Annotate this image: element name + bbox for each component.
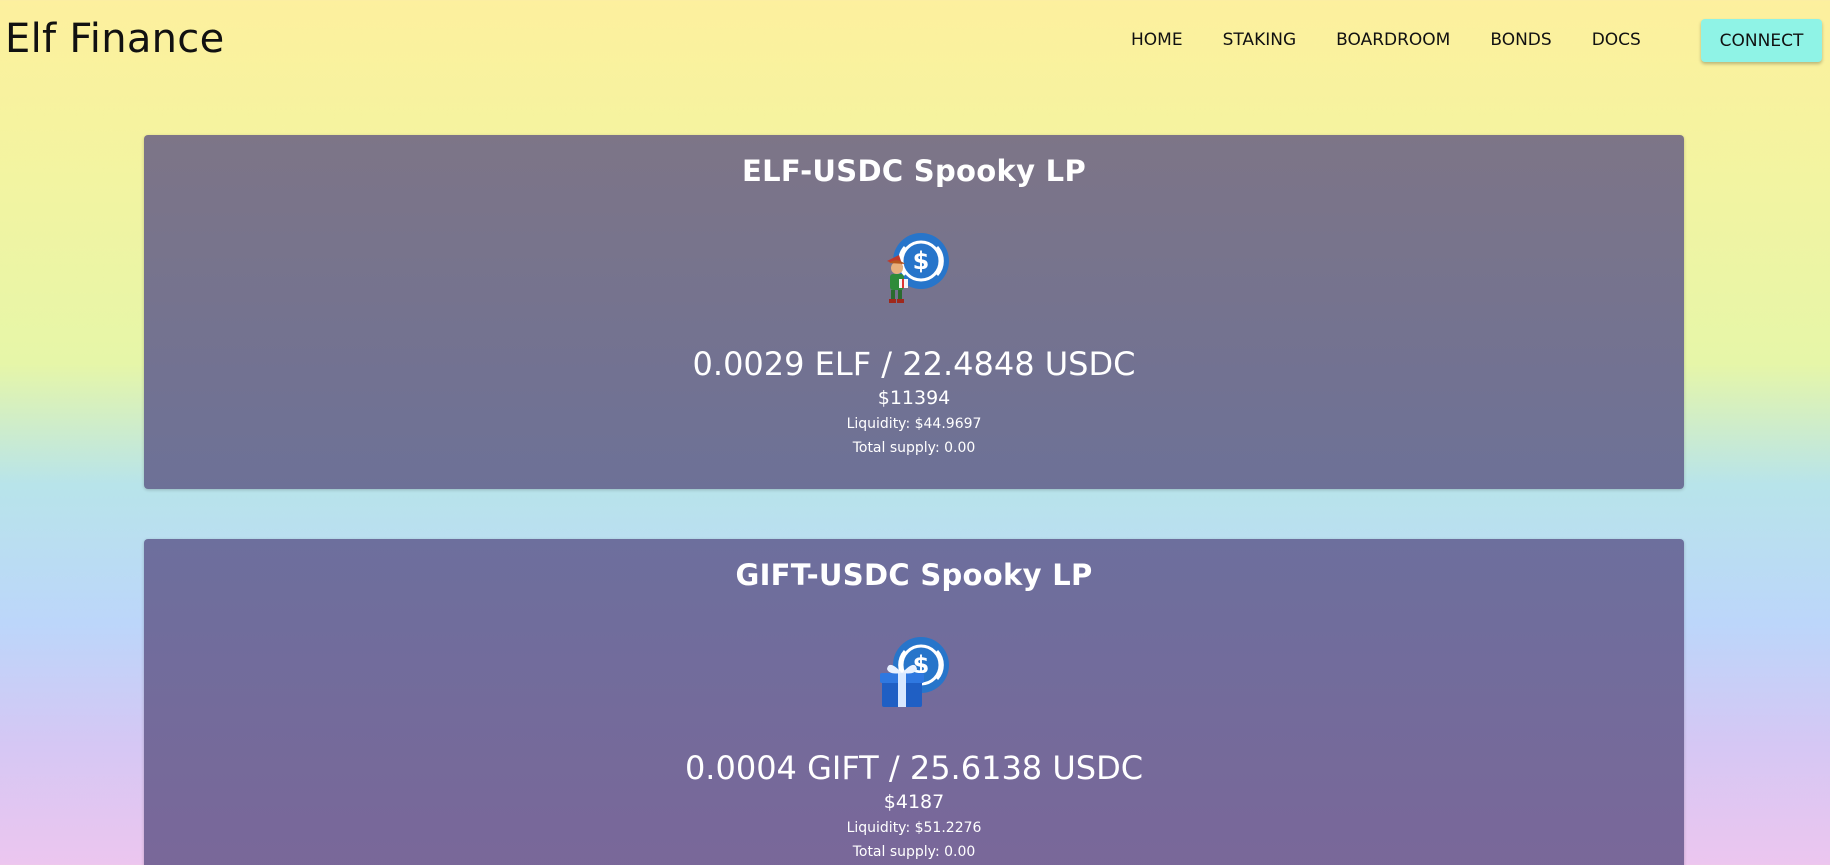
nav-item-docs[interactable]: DOCS <box>1592 30 1641 50</box>
liquidity: Liquidity: $51.2276 <box>846 820 982 836</box>
nav-item-staking[interactable]: STAKING <box>1223 30 1297 50</box>
token-amounts: 0.0004 GIFT / 25.6138 USDC <box>684 749 1144 787</box>
lp-price: $11394 <box>877 387 951 409</box>
liquidity: Liquidity: $44.9697 <box>846 416 982 432</box>
card-title: ELF-USDC Spooky LP <box>741 154 1087 188</box>
token-pair-icons: $ <box>879 231 953 309</box>
total-supply: Total supply: 0.00 <box>852 844 976 860</box>
nav-item-boardroom[interactable]: BOARDROOM <box>1336 30 1450 50</box>
logo[interactable]: Elf Finance <box>5 16 225 62</box>
token-pair-icons: $ <box>879 635 953 713</box>
connect-button[interactable]: CONNECT <box>1701 19 1822 62</box>
total-supply: Total supply: 0.00 <box>852 440 976 456</box>
lp-price: $4187 <box>883 791 945 813</box>
card-title: GIFT-USDC Spooky LP <box>735 558 1093 592</box>
token-amounts: 0.0029 ELF / 22.4848 USDC <box>692 345 1136 383</box>
main-nav: HOME STAKING BOARDROOM BONDS DOCS <box>1131 30 1641 50</box>
nav-item-home[interactable]: HOME <box>1131 30 1183 50</box>
nav-item-bonds[interactable]: BONDS <box>1490 30 1551 50</box>
lp-card-gift-usdc: GIFT-USDC Spooky LP $ 0.0004 GIFT / 25.6… <box>144 539 1684 865</box>
header: Elf Finance HOME STAKING BOARDROOM BONDS… <box>0 0 1830 84</box>
lp-card-elf-usdc: ELF-USDC Spooky LP $ 0.0029 ELF / 22.484… <box>144 135 1684 489</box>
svg-text:$: $ <box>913 247 930 275</box>
